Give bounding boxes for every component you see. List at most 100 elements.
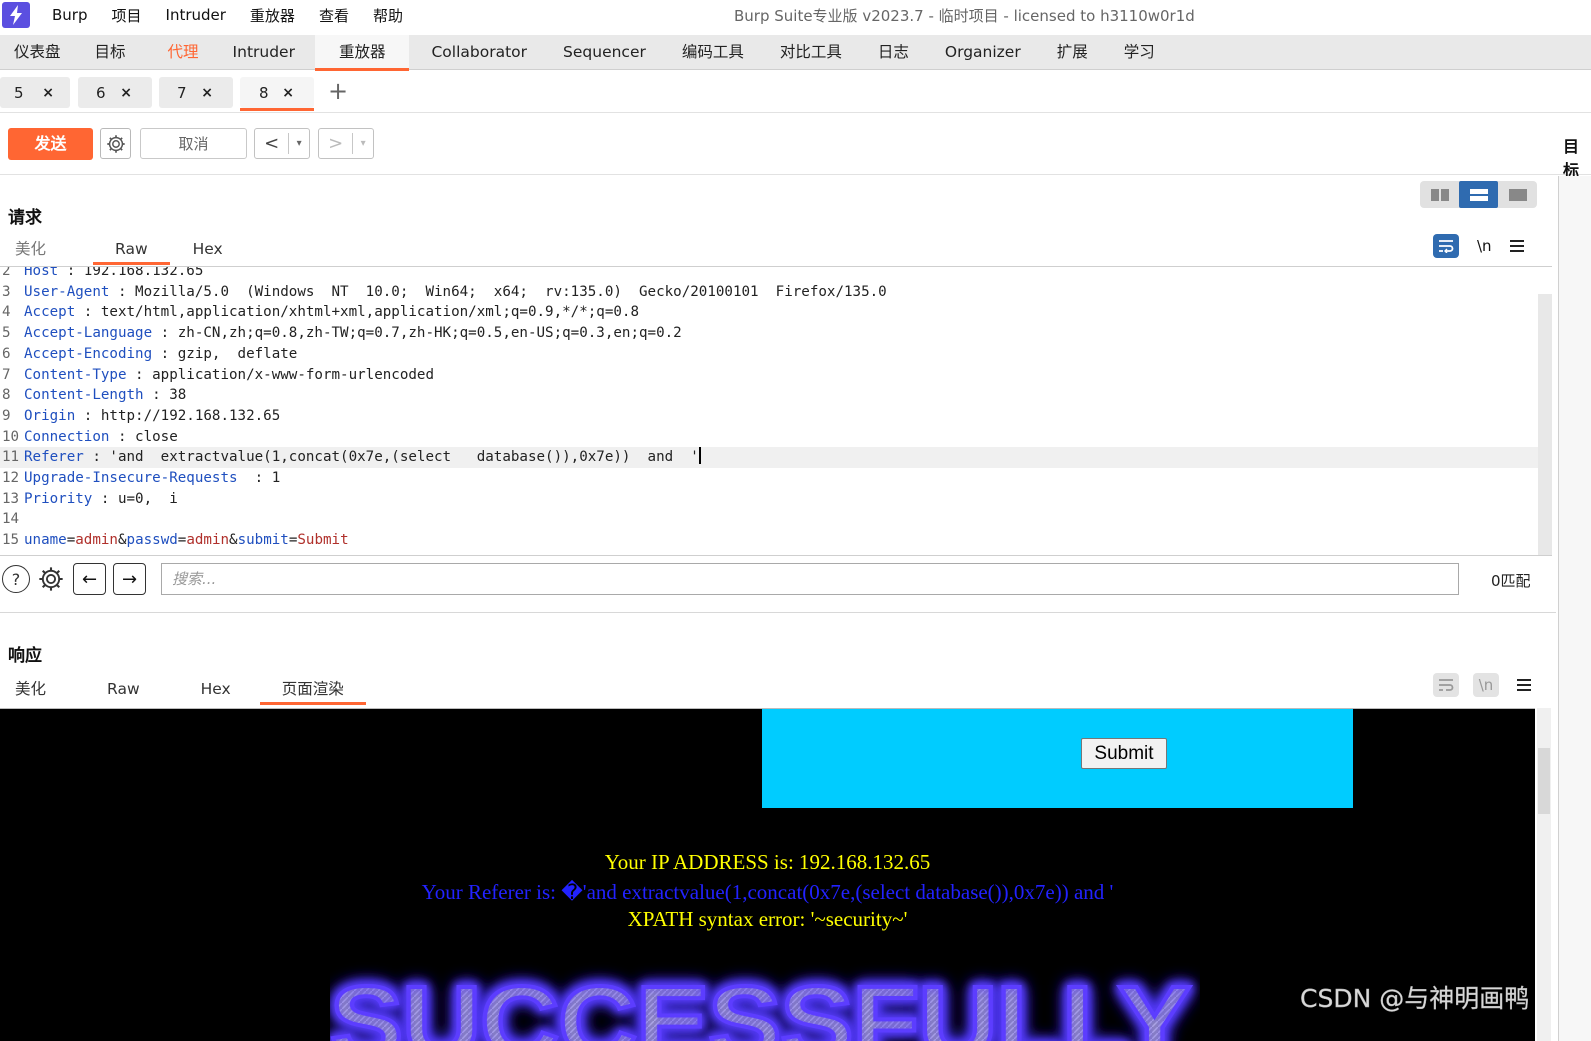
code-line: 4 Accept : text/html,application/xhtml+xm… — [0, 302, 1538, 323]
header-value: 192.168.132.65 — [83, 266, 204, 279]
submit-button[interactable]: Submit — [1081, 738, 1167, 769]
header-name: Connection — [24, 428, 110, 445]
tab-comparer[interactable]: 对比工具 — [766, 35, 856, 70]
code-line: 6 Accept-Encoding : gzip, deflate — [0, 344, 1538, 365]
repeater-subtabs: 5 × 6 × 7 × 8 × + — [0, 73, 1591, 113]
settings-gear-button[interactable] — [37, 565, 65, 593]
tab-proxy[interactable]: 代理 — [154, 35, 213, 70]
subtab-6[interactable]: 6 × — [78, 77, 152, 108]
layout-side-by-side-button[interactable] — [1420, 181, 1459, 208]
menu-help[interactable]: 帮助 — [373, 5, 403, 26]
tab-pretty[interactable]: 美化 — [0, 676, 61, 703]
tab-dashboard[interactable]: 仪表盘 — [0, 35, 75, 70]
header-name: Accept — [24, 304, 76, 321]
header-name: Content-Length — [24, 387, 144, 404]
request-editor[interactable]: 2 Host : 192.168.132.65 3 User-Agent : Mozi… — [0, 266, 1552, 556]
tab-hex[interactable]: Hex — [186, 676, 246, 703]
close-icon[interactable]: × — [201, 85, 213, 101]
header-value: Mozilla/5.0 (Windows NT 10.0; Win64; x64… — [135, 283, 887, 300]
code-line: 9 Origin : http://192.168.132.65 — [0, 406, 1538, 427]
cancel-button[interactable]: 取消 — [140, 128, 247, 159]
successfully-logo-image: SUCCESSFULLY — [328, 961, 1200, 1041]
next-button[interactable]: > ▾ — [318, 128, 374, 159]
referer-text: Your Referer is: �'and extractvalue(1,co… — [421, 880, 1114, 904]
tab-organizer[interactable]: Organizer — [931, 35, 1035, 70]
line-number: 11 — [2, 449, 20, 466]
search-input[interactable] — [161, 563, 1459, 595]
subtab-8[interactable]: 8 × — [240, 77, 314, 111]
header-separator: : — [83, 449, 110, 466]
close-icon[interactable]: × — [42, 85, 54, 101]
search-forward-button[interactable]: → — [113, 563, 146, 595]
tab-raw[interactable]: Raw — [92, 676, 155, 703]
tab-extensions[interactable]: 扩展 — [1043, 35, 1102, 70]
tab-logger[interactable]: 日志 — [864, 35, 923, 70]
tab-sequencer[interactable]: Sequencer — [549, 35, 660, 70]
match-count: 0匹配 — [1491, 572, 1531, 590]
settings-button[interactable] — [100, 128, 131, 159]
menu-view[interactable]: 查看 — [319, 5, 349, 26]
chevron-down-icon[interactable]: ▾ — [288, 133, 309, 154]
header-separator: : — [92, 490, 118, 507]
tab-repeater[interactable]: 重放器 — [314, 35, 410, 71]
request-view-tabs: 美化 Raw Hex — [0, 236, 238, 265]
header-separator: : — [75, 407, 101, 424]
svg-text:CSDN @与神明画鸭: CSDN @与神明画鸭 — [1300, 984, 1529, 1013]
tab-raw[interactable]: Raw — [93, 236, 170, 265]
menu-intruder[interactable]: Intruder — [166, 6, 226, 24]
param-value: admin — [186, 532, 230, 549]
subtab-7[interactable]: 7 × — [159, 77, 233, 108]
tab-render[interactable]: 页面渲染 — [259, 676, 366, 705]
param-ampersand: & — [229, 532, 238, 549]
newline-toggle-button[interactable]: \n — [1477, 237, 1492, 255]
tab-learn[interactable]: 学习 — [1110, 35, 1169, 70]
search-back-button[interactable]: ← — [73, 563, 106, 595]
request-title: 请求 — [8, 208, 42, 228]
newline-toggle-button[interactable]: \n — [1473, 673, 1499, 697]
chevron-right-icon: > — [328, 133, 344, 154]
tab-collaborator[interactable]: Collaborator — [417, 35, 541, 70]
lightning-icon — [2, 2, 30, 28]
text-cursor — [698, 447, 701, 465]
line-number: 10 — [2, 428, 20, 445]
previous-button[interactable]: < ▾ — [254, 128, 310, 159]
tab-hex[interactable]: Hex — [178, 236, 238, 263]
tab-pretty[interactable]: 美化 — [0, 236, 61, 263]
header-separator: : — [237, 470, 272, 486]
close-icon[interactable]: × — [282, 85, 294, 101]
add-tab-button[interactable]: + — [328, 79, 348, 103]
wrap-toggle-button[interactable] — [1433, 234, 1459, 258]
header-name: Referer — [24, 449, 84, 466]
menu-icon[interactable] — [1509, 240, 1524, 252]
close-icon[interactable]: × — [120, 85, 132, 101]
menu-bar: Burp 项目 Intruder 重放器 查看 帮助 Burp Suite专业版… — [0, 0, 1591, 30]
header-name: Content-Type — [24, 366, 127, 383]
scrollbar[interactable] — [1538, 294, 1552, 555]
line-number: 15 — [2, 532, 20, 549]
layout-stacked-button[interactable] — [1459, 181, 1498, 208]
menu-project[interactable]: 项目 — [112, 5, 142, 26]
code-line: 8 Content-Length : 38 — [0, 385, 1538, 406]
subtab-label: 6 — [96, 83, 106, 102]
scrollbar-thumb[interactable] — [1538, 748, 1550, 814]
tab-intruder[interactable]: Intruder — [219, 35, 309, 70]
search-bar: ? ← → 0匹配 — [0, 562, 1552, 598]
subtab-5[interactable]: 5 × — [0, 77, 70, 108]
chevron-down-icon[interactable]: ▾ — [352, 133, 373, 154]
wrap-toggle-button[interactable] — [1433, 673, 1459, 697]
tab-target[interactable]: 目标 — [81, 35, 140, 70]
layout-tabs-button[interactable] — [1498, 181, 1537, 208]
menu-icon[interactable] — [1517, 679, 1531, 691]
help-icon[interactable]: ? — [2, 565, 30, 593]
line-number: 3 — [2, 283, 11, 300]
response-pane: 响应 美化 Raw Hex 页面渲染 \n Submit Your IP ADD… — [0, 612, 1556, 1041]
single-pane-icon — [1508, 188, 1527, 201]
send-button[interactable]: 发送 — [8, 128, 93, 160]
line-number: 12 — [2, 470, 20, 486]
menu-burp[interactable]: Burp — [52, 6, 88, 24]
gear-icon — [106, 134, 125, 153]
menu-repeater[interactable]: 重放器 — [250, 5, 295, 26]
line-number: 7 — [2, 366, 11, 383]
target-label[interactable]: 目标 — [1563, 133, 1591, 181]
tab-decoder[interactable]: 编码工具 — [668, 35, 758, 70]
